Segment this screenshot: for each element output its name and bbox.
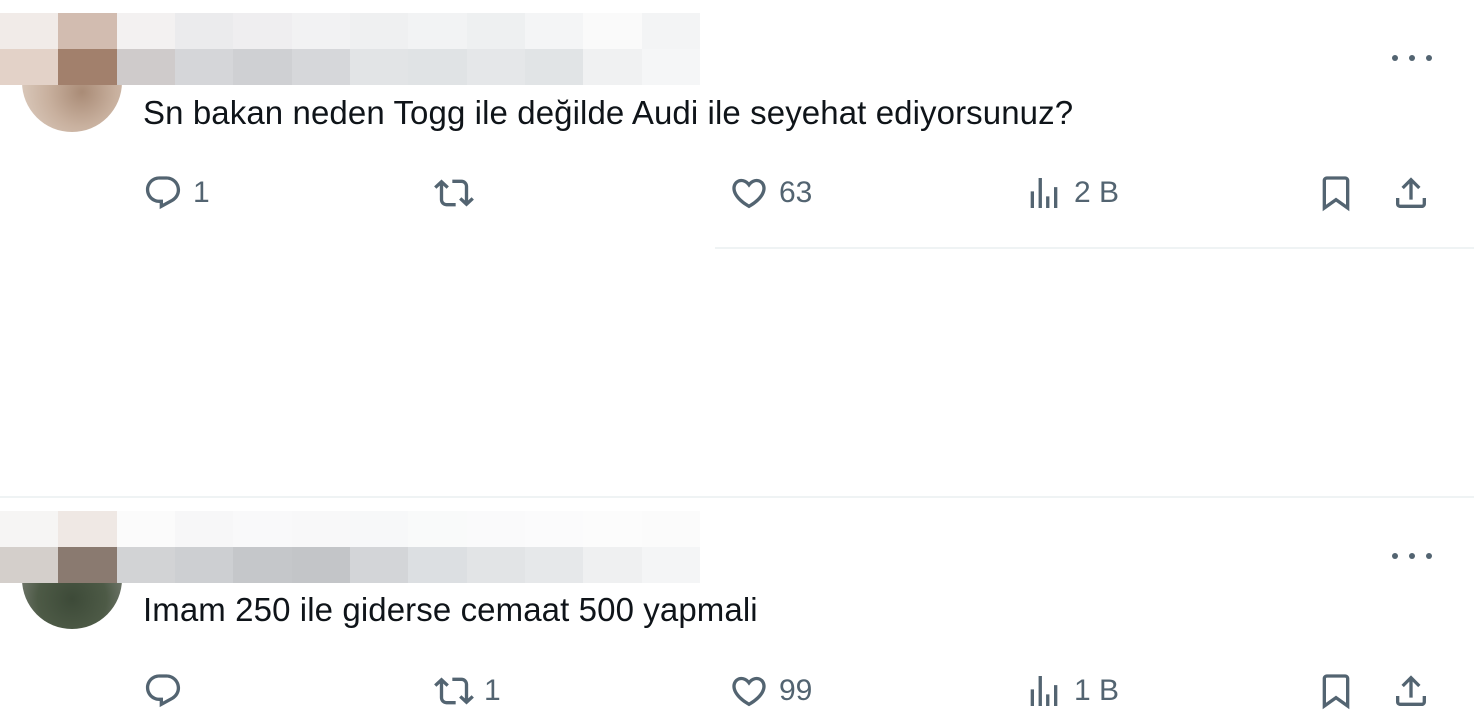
heart-icon [732, 676, 766, 707]
views-count: 1 B [1074, 674, 1120, 707]
like-button[interactable]: 63 [729, 168, 812, 218]
views-count: 2 B [1074, 176, 1120, 209]
views-button[interactable]: 2 B [1024, 168, 1119, 218]
share-icon [1396, 675, 1426, 706]
like-count: 99 [779, 674, 813, 707]
reply-icon [145, 176, 181, 210]
views-chart-icon [1030, 178, 1058, 208]
reply-count: 1 [193, 176, 210, 209]
retweet-icon [434, 179, 474, 207]
tweet-reply[interactable]: Imam 250 ile giderse cemaat 500 yapmali … [0, 249, 1474, 710]
like-count: 63 [779, 176, 813, 209]
views-button[interactable]: 1 B [1024, 666, 1119, 716]
bookmark-button[interactable] [1316, 666, 1356, 716]
more-options-icon[interactable] [1392, 48, 1432, 68]
bottom-divider [0, 496, 1474, 498]
retweet-button[interactable]: 1 [434, 666, 501, 716]
more-options-icon[interactable] [1392, 546, 1432, 566]
like-button[interactable]: 99 [729, 666, 812, 716]
tweet-reply[interactable]: Sn bakan neden Togg ile değilde Audi ile… [0, 0, 1474, 248]
censored-username [0, 511, 700, 583]
share-button[interactable] [1391, 666, 1431, 716]
views-chart-icon [1030, 676, 1058, 706]
reply-button[interactable] [143, 666, 193, 716]
tweet-text: Imam 250 ile giderse cemaat 500 yapmali [143, 591, 758, 628]
bookmark-icon [1322, 674, 1350, 710]
tweet-text: Sn bakan neden Togg ile değilde Audi ile… [143, 94, 1074, 131]
retweet-count: 1 [484, 674, 501, 707]
censored-username [0, 13, 700, 85]
heart-icon [732, 178, 766, 209]
share-icon [1396, 177, 1426, 208]
retweet-icon [434, 677, 474, 705]
bookmark-icon [1322, 176, 1350, 212]
tweet-actions: 1 63 2 B [0, 168, 1474, 218]
retweet-button[interactable] [434, 168, 484, 218]
share-button[interactable] [1391, 168, 1431, 218]
bookmark-button[interactable] [1316, 168, 1356, 218]
reply-icon [145, 674, 181, 708]
tweet-actions: 1 99 1 B [0, 666, 1474, 716]
reply-button[interactable]: 1 [143, 168, 210, 218]
